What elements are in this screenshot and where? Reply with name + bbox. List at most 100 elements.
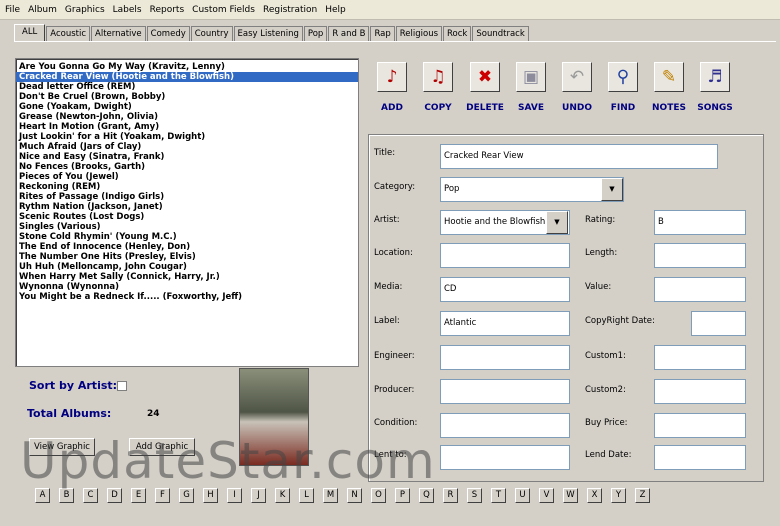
menu-custom-fields[interactable]: Custom Fields xyxy=(192,5,255,15)
menu-album[interactable]: Album xyxy=(28,5,57,15)
list-item[interactable]: Stone Cold Rhymin' (Young M.C.) xyxy=(16,232,358,242)
letter-button-y[interactable]: Y xyxy=(611,488,626,503)
tab-all[interactable]: ALL xyxy=(14,24,46,42)
letter-button-t[interactable]: T xyxy=(491,488,506,503)
list-item[interactable]: The End of Innocence (Henley, Don) xyxy=(16,242,358,252)
letter-button-s[interactable]: S xyxy=(467,488,482,503)
list-item[interactable]: You Might be a Redneck If..... (Foxworth… xyxy=(16,292,358,302)
tab-r-and-b[interactable]: R and B xyxy=(328,26,370,42)
tab-easy-listening[interactable]: Easy Listening xyxy=(233,26,303,42)
tab-country[interactable]: Country xyxy=(190,26,233,42)
list-item[interactable]: Singles (Various) xyxy=(16,222,358,232)
letter-button-b[interactable]: B xyxy=(59,488,74,503)
letter-button-a[interactable]: A xyxy=(35,488,50,503)
list-item[interactable]: Pieces of You (Jewel) xyxy=(16,172,358,182)
lend-date-field[interactable] xyxy=(654,445,746,470)
category-dropdown-button[interactable]: ▼ xyxy=(601,178,623,201)
list-item[interactable]: Uh Huh (Melloncamp, John Cougar) xyxy=(16,262,358,272)
save-button[interactable]: ▣ xyxy=(516,62,546,92)
menu-labels[interactable]: Labels xyxy=(113,5,142,15)
list-item[interactable]: Grease (Newton-John, Olivia) xyxy=(16,112,358,122)
list-item-selected[interactable]: Cracked Rear View (Hootie and the Blowfi… xyxy=(16,72,358,82)
notes-button[interactable]: ✎ xyxy=(654,62,684,92)
letter-button-p[interactable]: P xyxy=(395,488,410,503)
artist-dropdown-button[interactable]: ▼ xyxy=(546,211,568,234)
letter-button-j[interactable]: J xyxy=(251,488,266,503)
sort-by-artist-checkbox[interactable] xyxy=(117,381,127,391)
title-field[interactable]: Cracked Rear View xyxy=(440,144,718,169)
letter-button-m[interactable]: M xyxy=(323,488,338,503)
label-field[interactable]: Atlantic xyxy=(440,311,570,336)
copy-button[interactable]: ♫ xyxy=(423,62,453,92)
letter-button-w[interactable]: W xyxy=(563,488,578,503)
tab-rock[interactable]: Rock xyxy=(443,26,472,42)
letter-button-z[interactable]: Z xyxy=(635,488,650,503)
list-item[interactable]: Much Afraid (Jars of Clay) xyxy=(16,142,358,152)
letter-button-l[interactable]: L xyxy=(299,488,314,503)
value-field[interactable] xyxy=(654,277,746,302)
media-field[interactable]: CD xyxy=(440,277,570,302)
letter-button-c[interactable]: C xyxy=(83,488,98,503)
producer-field[interactable] xyxy=(440,379,570,404)
location-field[interactable] xyxy=(440,243,570,268)
list-item[interactable]: Just Lookin' for a Hit (Yoakam, Dwight) xyxy=(16,132,358,142)
find-button[interactable]: ⚲ xyxy=(608,62,638,92)
list-item[interactable]: Don't Be Cruel (Brown, Bobby) xyxy=(16,92,358,102)
menu-reports[interactable]: Reports xyxy=(150,5,185,15)
condition-field[interactable] xyxy=(440,413,570,438)
letter-button-x[interactable]: X xyxy=(587,488,602,503)
list-item[interactable]: Heart In Motion (Grant, Amy) xyxy=(16,122,358,132)
letter-button-f[interactable]: F xyxy=(155,488,170,503)
letter-button-d[interactable]: D xyxy=(107,488,122,503)
custom1-field[interactable] xyxy=(654,345,746,370)
buy-price-field[interactable] xyxy=(654,413,746,438)
letter-button-o[interactable]: O xyxy=(371,488,386,503)
list-item[interactable]: Nice and Easy (Sinatra, Frank) xyxy=(16,152,358,162)
category-dropdown[interactable]: Pop xyxy=(440,177,624,202)
list-item[interactable]: When Harry Met Sally (Connick, Harry, Jr… xyxy=(16,272,358,282)
tab-comedy[interactable]: Comedy xyxy=(146,26,190,42)
list-item[interactable]: Reckoning (REM) xyxy=(16,182,358,192)
menu-graphics[interactable]: Graphics xyxy=(65,5,105,15)
list-item[interactable]: Dead letter Office (REM) xyxy=(16,82,358,92)
delete-button[interactable]: ✖ xyxy=(470,62,500,92)
undo-button[interactable]: ↶ xyxy=(562,62,592,92)
rating-field[interactable]: B xyxy=(654,210,746,235)
tab-pop[interactable]: Pop xyxy=(303,26,328,42)
list-item[interactable]: Rites of Passage (Indigo Girls) xyxy=(16,192,358,202)
tab-alternative[interactable]: Alternative xyxy=(91,26,146,42)
tab-religious[interactable]: Religious xyxy=(395,26,443,42)
letter-button-n[interactable]: N xyxy=(347,488,362,503)
list-item[interactable]: Scenic Routes (Lost Dogs) xyxy=(16,212,358,222)
menu-file[interactable]: File xyxy=(5,5,20,15)
letter-button-h[interactable]: H xyxy=(203,488,218,503)
list-item[interactable]: Wynonna (Wynonna) xyxy=(16,282,358,292)
undo-arrow-icon: ↶ xyxy=(569,67,585,87)
letter-button-g[interactable]: G xyxy=(179,488,194,503)
copyright-date-field[interactable] xyxy=(691,311,746,336)
lent-to-field[interactable] xyxy=(440,445,570,470)
letter-button-u[interactable]: U xyxy=(515,488,530,503)
list-item[interactable]: The Number One Hits (Presley, Elvis) xyxy=(16,252,358,262)
letter-button-v[interactable]: V xyxy=(539,488,554,503)
tab-soundtrack[interactable]: Soundtrack xyxy=(472,26,529,42)
letter-button-k[interactable]: K xyxy=(275,488,290,503)
list-item[interactable]: Rythm Nation (Jackson, Janet) xyxy=(16,202,358,212)
album-list[interactable]: Are You Gonna Go My Way (Kravitz, Lenny)… xyxy=(15,58,359,367)
letter-button-r[interactable]: R xyxy=(443,488,458,503)
letter-button-q[interactable]: Q xyxy=(419,488,434,503)
engineer-field[interactable] xyxy=(440,345,570,370)
add-button[interactable]: ♪ xyxy=(377,62,407,92)
songs-button[interactable]: ♬ xyxy=(700,62,730,92)
menu-registration[interactable]: Registration xyxy=(263,5,317,15)
menu-help[interactable]: Help xyxy=(325,5,346,15)
letter-button-e[interactable]: E xyxy=(131,488,146,503)
custom2-field[interactable] xyxy=(654,379,746,404)
tab-acoustic[interactable]: Acoustic xyxy=(46,26,91,42)
letter-button-i[interactable]: I xyxy=(227,488,242,503)
list-item[interactable]: Are You Gonna Go My Way (Kravitz, Lenny) xyxy=(16,62,358,72)
tab-rap[interactable]: Rap xyxy=(370,26,395,42)
list-item[interactable]: No Fences (Brooks, Garth) xyxy=(16,162,358,172)
list-item[interactable]: Gone (Yoakam, Dwight) xyxy=(16,102,358,112)
length-field[interactable] xyxy=(654,243,746,268)
